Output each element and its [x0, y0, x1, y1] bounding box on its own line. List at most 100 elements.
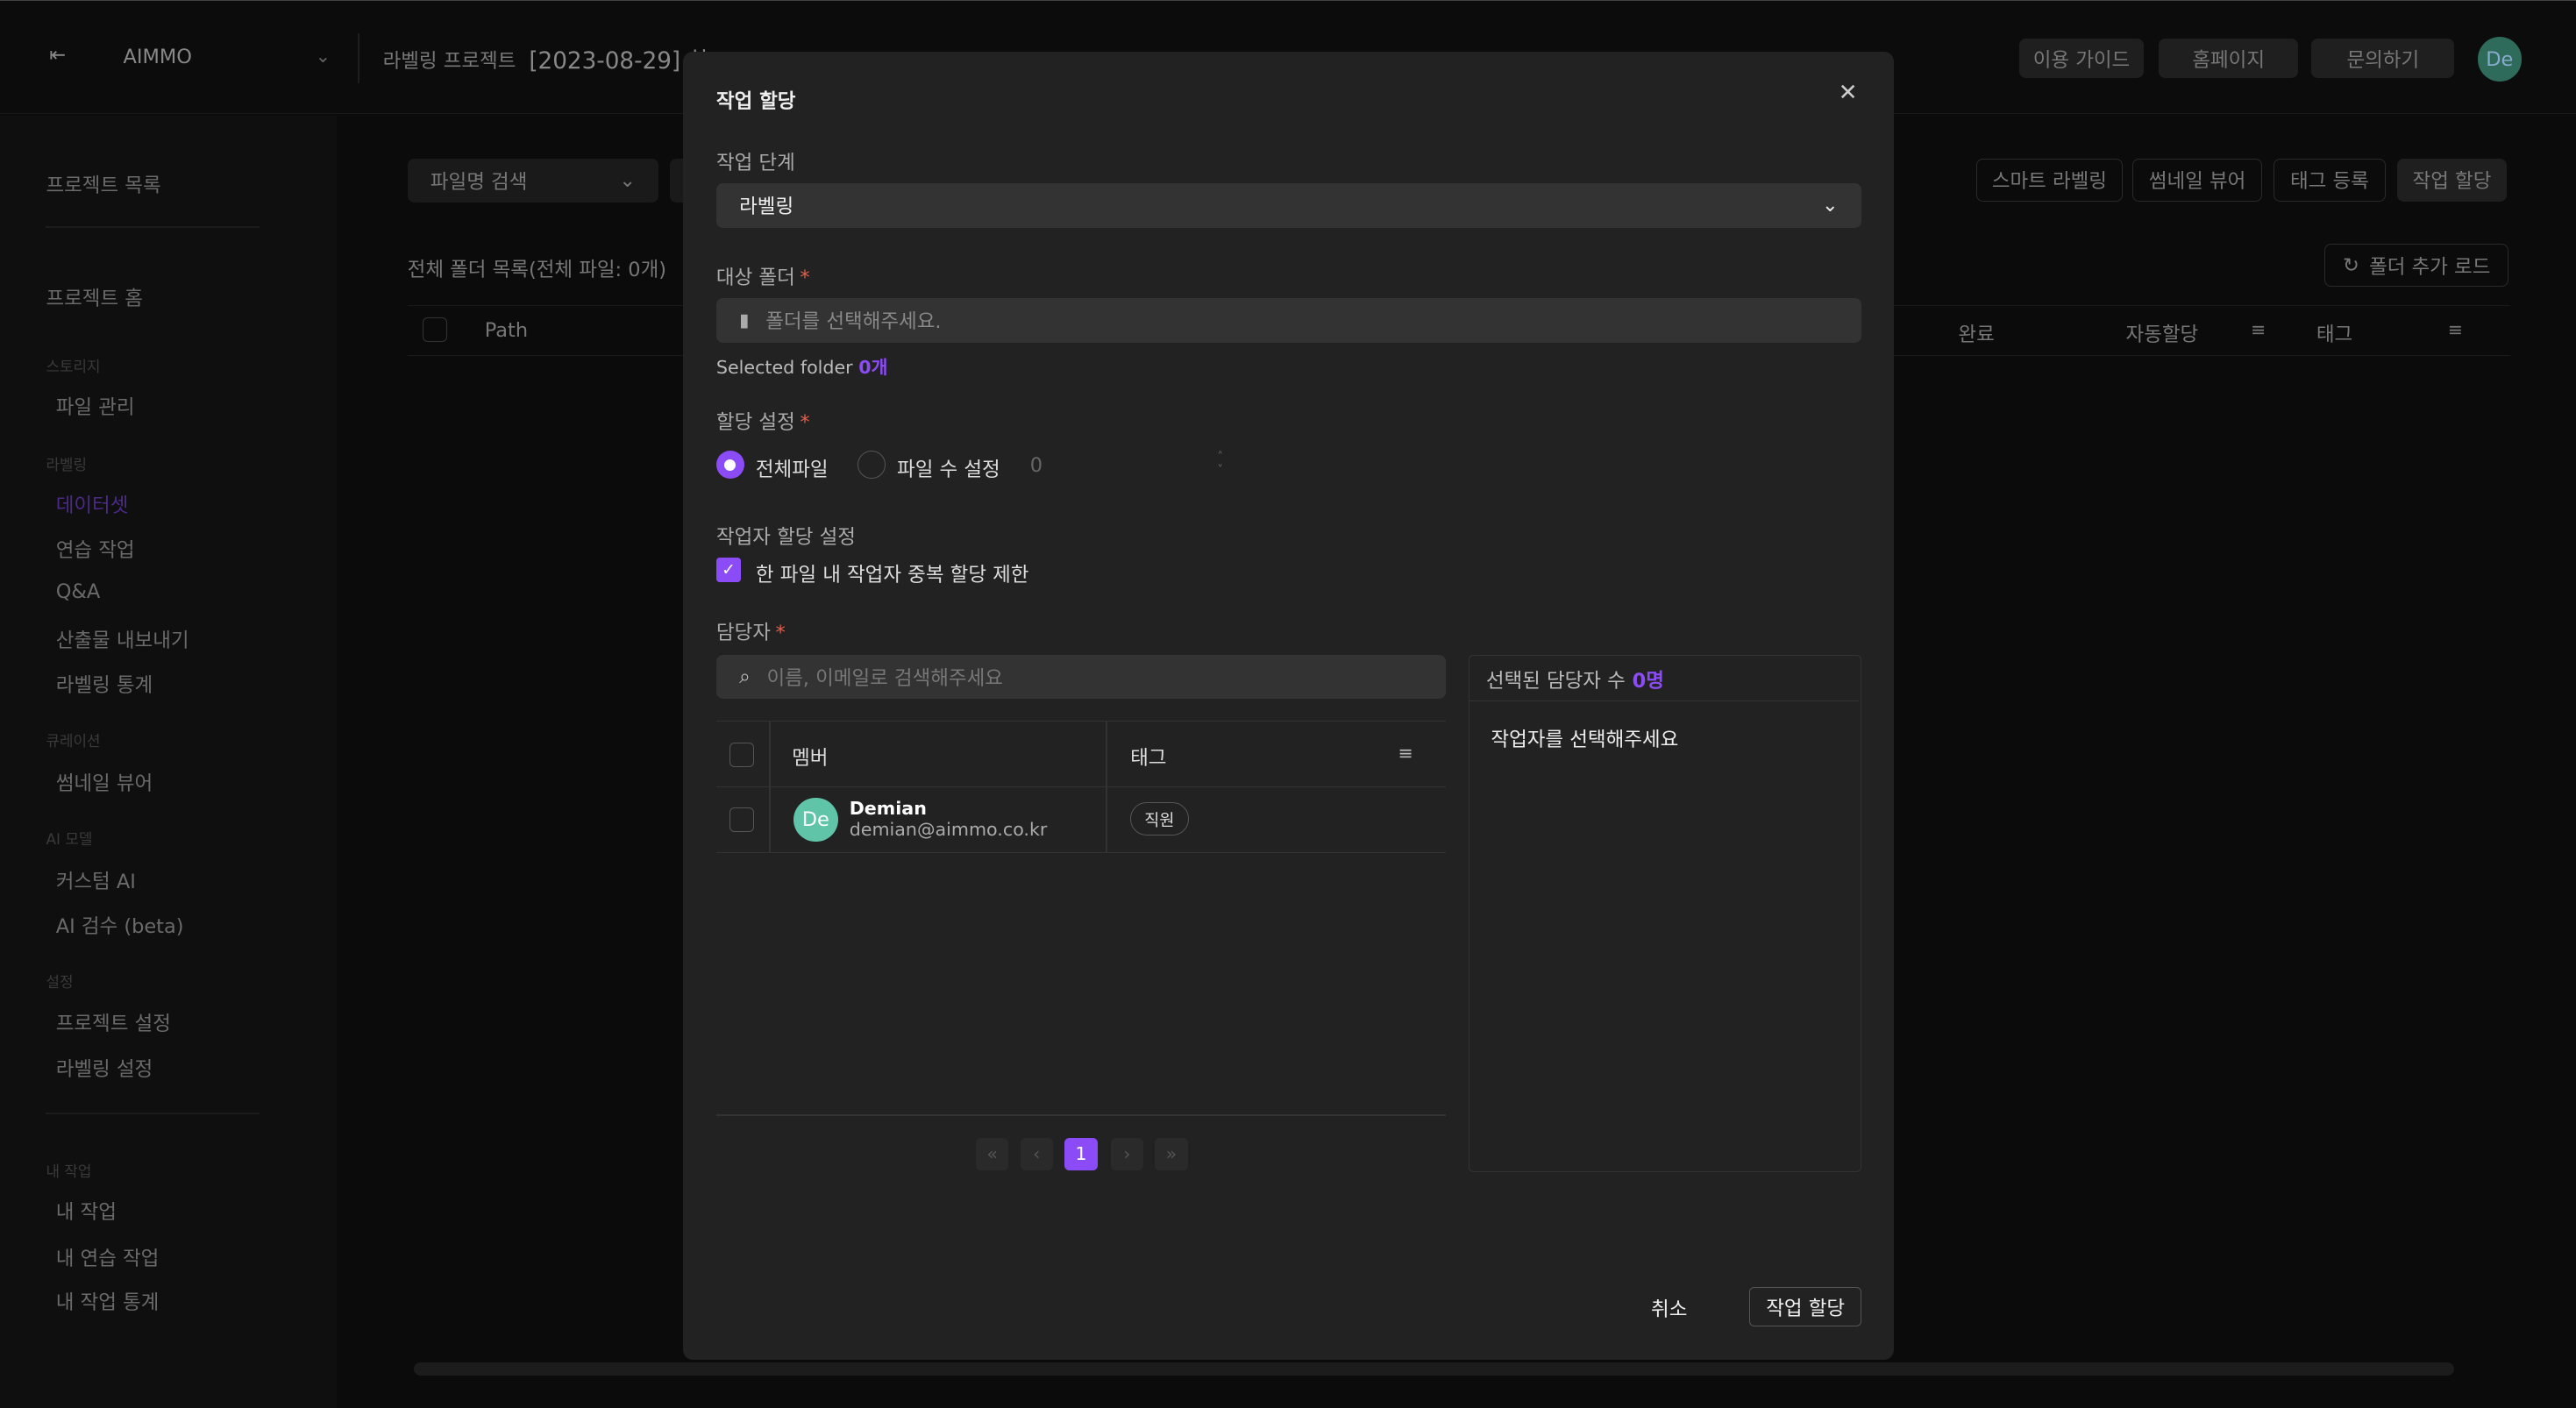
thumbnail-viewer-button[interactable]: 썸네일 뷰어 [2132, 158, 2263, 202]
close-icon[interactable]: ✕ [1839, 80, 1858, 106]
assign-label: 할당 설정 * [716, 407, 810, 435]
divider [715, 1114, 1446, 1117]
file-count-input[interactable]: 0 [1030, 454, 1042, 477]
member-checkbox[interactable] [729, 807, 754, 833]
sidebar-project-list[interactable]: 프로젝트 목록 [46, 170, 160, 198]
sidebar-item[interactable]: Q&A [56, 580, 101, 603]
next-page-button[interactable]: › [1110, 1137, 1144, 1171]
sidebar-toggle-icon[interactable]: ⇤ [49, 44, 66, 67]
radio-file-count-label: 파일 수 설정 [897, 459, 1000, 482]
search-icon: ⌕ [739, 665, 751, 688]
sidebar-item[interactable]: 산출물 내보내기 [56, 625, 189, 653]
sidebar-item[interactable]: 내 연습 작업 [56, 1243, 160, 1271]
guide-button[interactable]: 이용 가이드 [2018, 39, 2145, 79]
selected-folder-label: Selected folder [715, 356, 853, 378]
member-avatar: De [793, 797, 838, 843]
sidebar-item[interactable]: AI 검수 (beta) [56, 911, 184, 939]
divider [358, 33, 360, 83]
user-avatar[interactable]: De [2477, 37, 2523, 82]
member-search-placeholder: 이름, 이메일로 검색해주세요 [766, 667, 1003, 690]
sidebar-section-title: 큐레이션 [46, 732, 101, 750]
assign-task-button[interactable]: 작업 할당 [2396, 158, 2508, 202]
assignee-label-text: 담당자 [715, 621, 771, 644]
radio-all-files[interactable] [715, 451, 744, 480]
stage-label: 작업 단계 [715, 151, 795, 174]
folder-placeholder: 폴더를 선택해주세요. [765, 310, 942, 334]
contact-button[interactable]: 문의하기 [2311, 39, 2455, 79]
folder-select-input[interactable]: ▮ 폴더를 선택해주세요. [715, 298, 1861, 343]
sidebar: 프로젝트 목록 프로젝트 홈 스토리지파일 관리라벨링데이터셋연습 작업 Q&A 산… [0, 116, 338, 1408]
sidebar-item[interactable]: 라벨링 설정 [56, 1054, 153, 1082]
cancel-button[interactable]: 취소 [1651, 1294, 1687, 1322]
last-page-button[interactable]: » [1155, 1137, 1188, 1171]
sidebar-item[interactable]: 커스텀 AI [56, 866, 136, 894]
column-tag: 태그 [2316, 323, 2353, 346]
divider [46, 1113, 260, 1115]
prev-page-button[interactable]: ‹ [1020, 1137, 1054, 1171]
assign-label-text: 할당 설정 [715, 410, 795, 434]
stage-value: 라벨링 [739, 196, 794, 219]
folder-icon: ▮ [739, 309, 750, 331]
column-tag: 태그 [1130, 747, 1167, 771]
folder-summary: 전체 폴더 목록(전체 파일: 0개) [407, 258, 667, 281]
required-mark: * [775, 621, 786, 644]
member-email: demian@aimmo.co.kr [849, 819, 1048, 841]
first-page-button[interactable]: « [975, 1137, 1009, 1171]
sidebar-item[interactable]: 썸네일 뷰어 [56, 768, 153, 796]
sidebar-item[interactable]: 프로젝트 설정 [56, 1008, 171, 1036]
worker-label: 작업자 할당 설정 [715, 525, 856, 549]
filter-icon[interactable]: ≡ [2448, 319, 2463, 340]
selected-empty-message: 작업자를 선택해주세요 [1491, 729, 1679, 752]
column-auto-assign: 자동할당 [2125, 323, 2199, 346]
column-path: Path [484, 318, 529, 342]
sidebar-project-home[interactable]: 프로젝트 홈 [46, 283, 143, 311]
sidebar-section-title: 설정 [46, 973, 74, 992]
duplicate-limit-checkbox[interactable]: ✓ [715, 558, 742, 583]
selected-count-label: 선택된 담당자 수 [1485, 669, 1626, 693]
member-name: Demian [849, 797, 927, 819]
select-all-members-checkbox[interactable] [729, 743, 754, 768]
project-title: [2023-08-29] 하 [529, 47, 709, 75]
page-1-button[interactable]: 1 [1064, 1137, 1098, 1171]
search-mode-select[interactable]: 파일명 검색 ⌄ [407, 158, 659, 203]
required-mark: * [800, 266, 810, 289]
folder-label-text: 대상 폴더 [715, 266, 795, 289]
assignee-label: 담당자 * [716, 617, 786, 645]
chevron-down-icon: ⌄ [1821, 194, 1839, 217]
load-more-folders-button[interactable]: ↻ 폴더 추가 로드 [2324, 244, 2509, 287]
selected-folder-count: 0개 [858, 356, 888, 378]
sidebar-section-title: AI 모델 [46, 830, 93, 849]
sidebar-section-title: 라벨링 [46, 456, 87, 474]
homepage-button[interactable]: 홈페이지 [2159, 39, 2299, 79]
duplicate-limit-label: 한 파일 내 작업자 중복 할당 제한 [755, 564, 1029, 587]
breadcrumb[interactable]: 라벨링 프로젝트 [383, 46, 516, 74]
member-search-input[interactable]: ⌕ 이름, 이메일로 검색해주세요 [715, 654, 1446, 700]
sidebar-item[interactable]: 파일 관리 [56, 392, 135, 420]
sidebar-item[interactable]: 내 작업 통계 [56, 1287, 160, 1315]
member-row[interactable]: De Demian demian@aimmo.co.kr 직원 [715, 787, 1446, 854]
sidebar-item[interactable]: 내 작업 [56, 1197, 117, 1225]
column-member: 멤버 [792, 747, 829, 771]
sidebar-item[interactable]: 연습 작업 [56, 535, 135, 563]
column-done: 완료 [1958, 323, 1995, 346]
selected-count: 0명 [1632, 669, 1664, 693]
required-mark: * [800, 410, 810, 434]
filter-icon[interactable]: ≡ [1398, 743, 1413, 764]
select-all-checkbox[interactable] [422, 316, 447, 342]
sidebar-section-title: 스토리지 [46, 357, 101, 375]
org-name: AIMMO [123, 45, 192, 68]
stage-select[interactable]: 라벨링 ⌄ [715, 182, 1861, 228]
horizontal-scrollbar[interactable] [414, 1362, 2455, 1376]
sidebar-item[interactable]: 라벨링 통계 [56, 670, 153, 698]
sidebar-item[interactable]: 데이터셋 [56, 490, 129, 518]
refresh-icon: ↻ [2343, 253, 2359, 277]
submit-assign-button[interactable]: 작업 할당 [1749, 1287, 1861, 1327]
smart-labeling-button[interactable]: 스마트 라벨링 [1976, 158, 2123, 202]
tag-register-button[interactable]: 태그 등록 [2274, 158, 2386, 202]
org-chevron-down-icon[interactable]: ⌄ [316, 46, 331, 67]
filter-icon[interactable]: ≡ [2251, 319, 2266, 340]
member-tag: 직원 [1130, 802, 1189, 836]
radio-file-count[interactable] [857, 451, 886, 480]
modal-title: 작업 할당 [715, 90, 796, 114]
stepper-icon[interactable]: ˄ ˅ [1217, 451, 1223, 477]
